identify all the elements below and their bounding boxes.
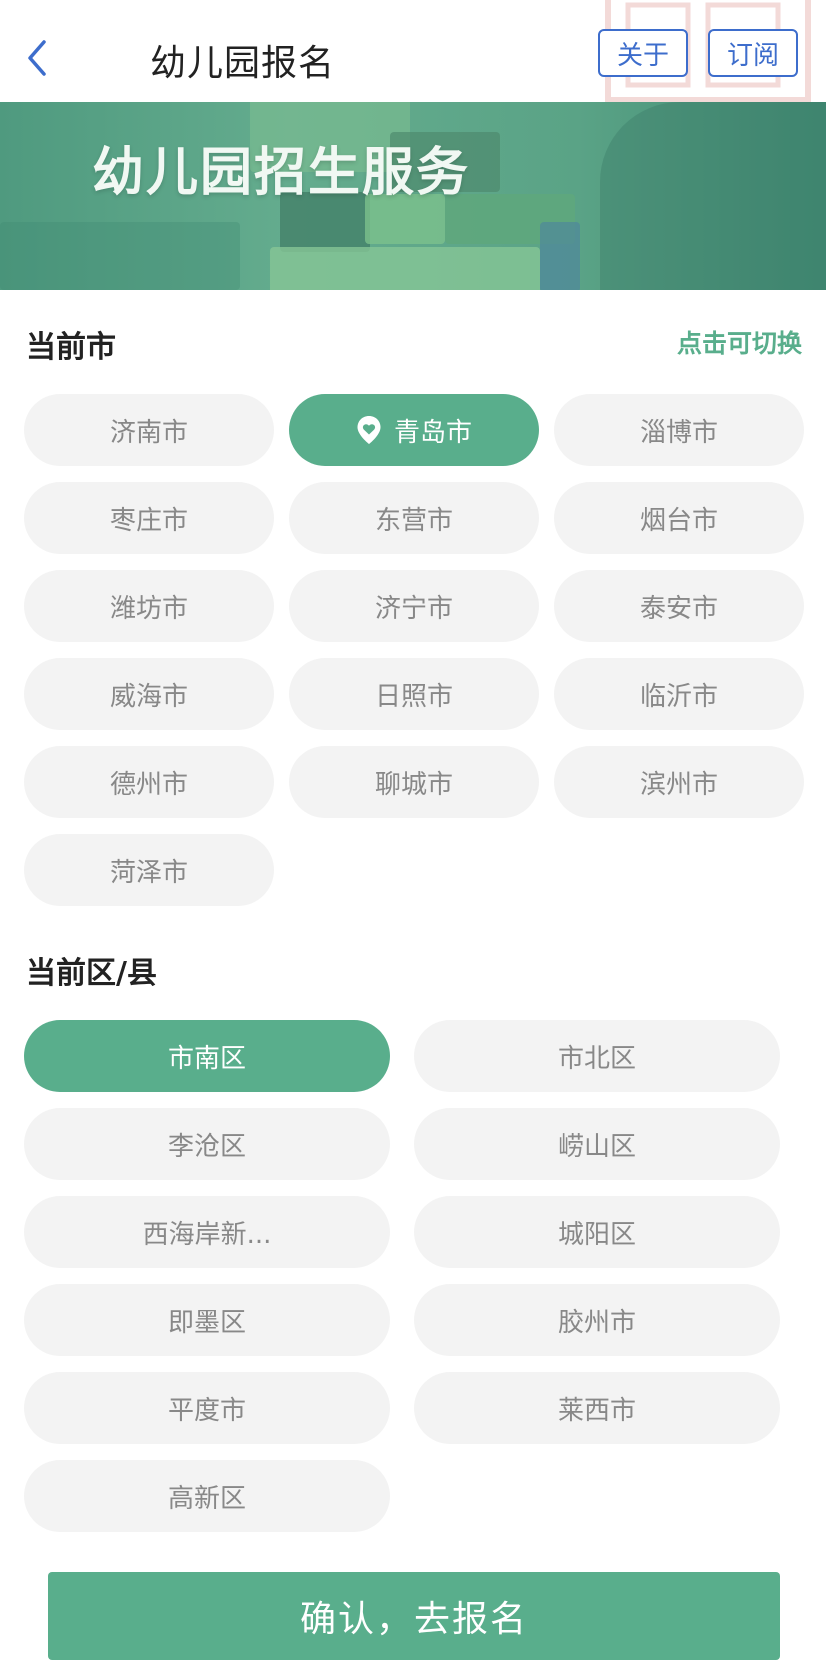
- district-option-label: 市北区: [557, 1043, 636, 1074]
- city-option-label: 临沂市: [639, 681, 718, 712]
- location-pin-icon: [356, 415, 382, 445]
- district-option-label: 即墨区: [167, 1307, 246, 1338]
- district-section-title: 当前区/县: [26, 956, 157, 991]
- banner-title: 幼儿园招生服务: [92, 143, 471, 203]
- page-title: 幼儿园报名: [150, 43, 336, 84]
- city-option[interactable]: 淄博市: [554, 394, 804, 466]
- district-option-label: 平度市: [167, 1395, 246, 1426]
- city-option-label: 淄博市: [639, 417, 718, 448]
- city-option[interactable]: 枣庄市: [24, 482, 274, 554]
- city-option[interactable]: 临沂市: [554, 658, 804, 730]
- city-option-label: 东营市: [374, 505, 453, 536]
- city-option-label: 德州市: [109, 769, 188, 800]
- city-option[interactable]: 青岛市: [289, 394, 539, 466]
- city-option-label: 滨州市: [639, 769, 718, 800]
- district-option[interactable]: 高新区: [24, 1460, 390, 1532]
- district-option-label: 市南区: [167, 1043, 246, 1074]
- city-option-label: 济南市: [109, 417, 188, 448]
- city-option[interactable]: 泰安市: [554, 570, 804, 642]
- district-option-label: 胶州市: [557, 1307, 636, 1338]
- district-option[interactable]: 即墨区: [24, 1284, 390, 1356]
- district-option[interactable]: 李沧区: [24, 1108, 390, 1180]
- city-option-label: 烟台市: [639, 505, 718, 536]
- city-option[interactable]: 济宁市: [289, 570, 539, 642]
- switch-city-link[interactable]: 点击可切换: [677, 324, 802, 360]
- city-option-label: 日照市: [374, 681, 453, 712]
- city-option-label: 潍坊市: [109, 593, 188, 624]
- city-option-label: 菏泽市: [109, 857, 188, 888]
- city-option[interactable]: 济南市: [24, 394, 274, 466]
- about-button[interactable]: 关于: [598, 29, 688, 77]
- city-option[interactable]: 日照市: [289, 658, 539, 730]
- city-option[interactable]: 德州市: [24, 746, 274, 818]
- city-option[interactable]: 滨州市: [554, 746, 804, 818]
- district-option-label: 城阳区: [557, 1219, 636, 1250]
- city-option-label: 威海市: [109, 681, 188, 712]
- city-option-label: 青岛市: [393, 417, 472, 448]
- district-option-label: 高新区: [167, 1483, 246, 1514]
- city-option[interactable]: 威海市: [24, 658, 274, 730]
- city-option[interactable]: 东营市: [289, 482, 539, 554]
- city-option[interactable]: 聊城市: [289, 746, 539, 818]
- confirm-signup-button[interactable]: 确认，去报名: [48, 1572, 780, 1660]
- district-option[interactable]: 崂山区: [414, 1108, 780, 1180]
- header: 幼儿园报名 关于 订阅: [0, 0, 828, 102]
- city-grid: 济南市 青岛市 淄博市枣庄市 东营市 烟台市潍坊市 济宁市 泰安市威海市 日照市 临沂市德州市 聊…: [24, 394, 804, 906]
- district-option[interactable]: 市南区: [24, 1020, 390, 1092]
- district-option-label: 崂山区: [557, 1131, 636, 1162]
- city-option-label: 聊城市: [374, 769, 453, 800]
- city-option[interactable]: 烟台市: [554, 482, 804, 554]
- district-option[interactable]: 平度市: [24, 1372, 390, 1444]
- city-option-label: 济宁市: [374, 593, 453, 624]
- district-option-label: 莱西市: [557, 1395, 636, 1426]
- subscribe-button[interactable]: 订阅: [708, 29, 798, 77]
- city-section-title: 当前市: [26, 330, 116, 365]
- back-arrow-icon[interactable]: [20, 36, 60, 80]
- banner: 幼儿园招生服务: [0, 102, 826, 290]
- district-option[interactable]: 城阳区: [414, 1196, 780, 1268]
- district-option[interactable]: 市北区: [414, 1020, 780, 1092]
- district-option[interactable]: 胶州市: [414, 1284, 780, 1356]
- district-option[interactable]: 莱西市: [414, 1372, 780, 1444]
- city-option[interactable]: 菏泽市: [24, 834, 274, 906]
- city-option-label: 枣庄市: [109, 505, 188, 536]
- district-option-label: 西海岸新...: [142, 1219, 272, 1250]
- city-option-label: 泰安市: [639, 593, 718, 624]
- district-grid: 市南区 市北区李沧区 崂山区西海岸新... 城阳区即墨区 胶州市平度市 莱西市高新区: [24, 1020, 780, 1532]
- city-option[interactable]: 潍坊市: [24, 570, 274, 642]
- district-option[interactable]: 西海岸新...: [24, 1196, 390, 1268]
- district-option-label: 李沧区: [167, 1131, 246, 1162]
